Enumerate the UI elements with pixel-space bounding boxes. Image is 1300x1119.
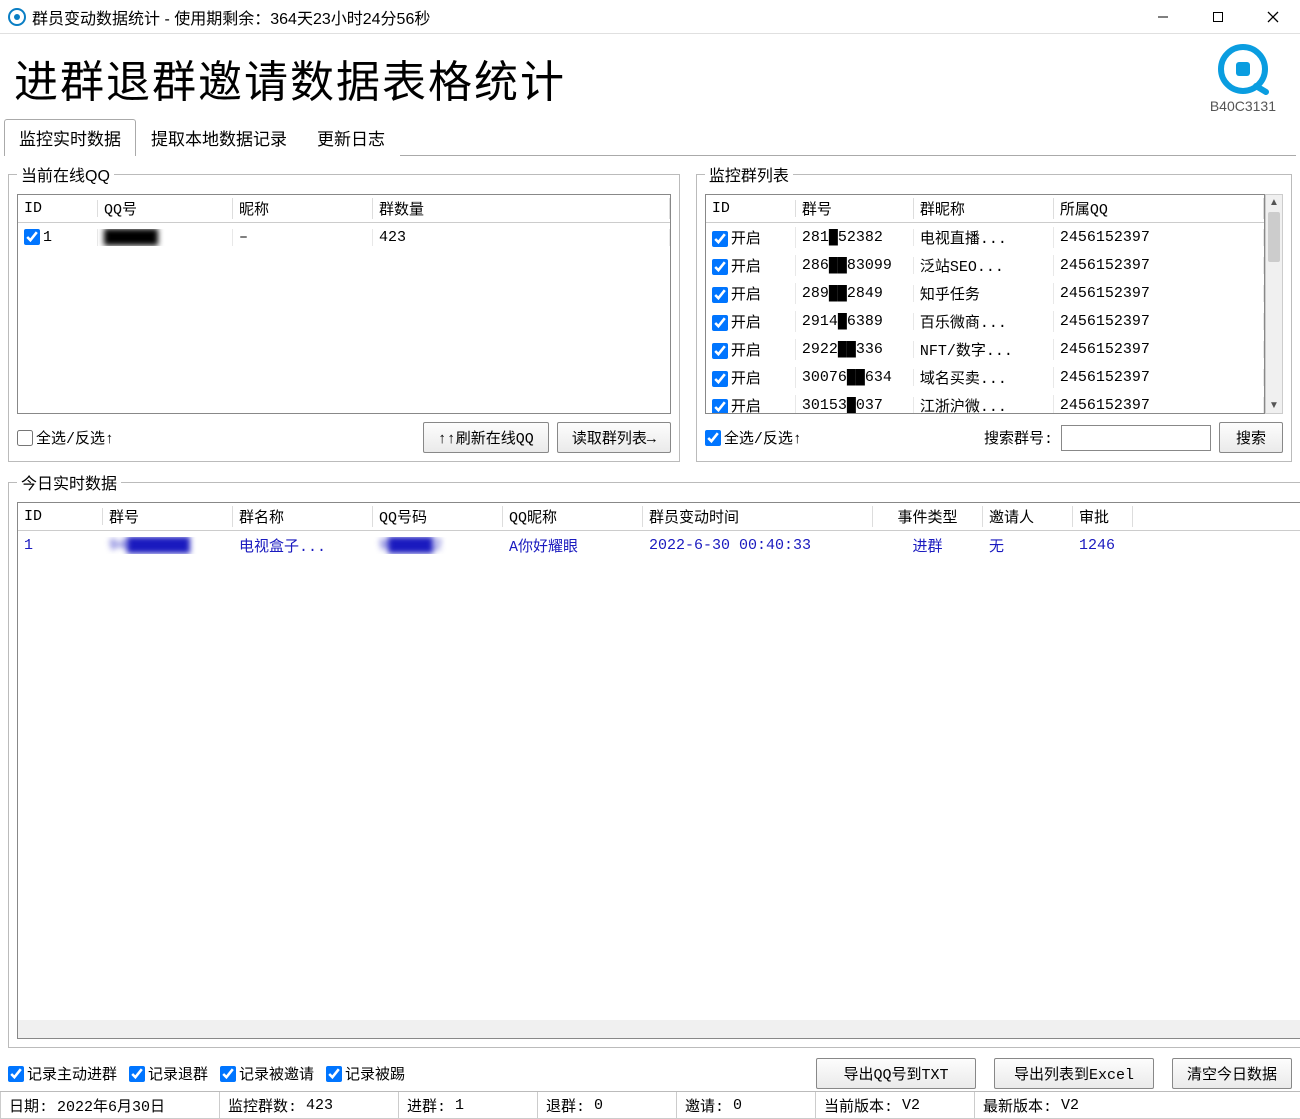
today-data-group: 今日实时数据 ID 群号 群名称 QQ号码 QQ昵称 群员变动时间 事件类型 邀… <box>8 470 1300 1048</box>
status-date: 日期: 2022年6月30日 <box>0 1092 220 1119</box>
search-group-label: 搜索群号: <box>984 427 1053 448</box>
list-row[interactable]: 1██████–423 <box>18 223 670 251</box>
header: 进群退群邀请数据表格统计 B40C3131 <box>0 34 1300 118</box>
select-all-online-qq[interactable]: 全选/反选↑ <box>17 427 114 448</box>
row-checkbox[interactable] <box>712 315 728 331</box>
window-maximize-button[interactable] <box>1190 0 1245 34</box>
tab-local-records[interactable]: 提取本地数据记录 <box>136 119 302 156</box>
list-row[interactable]: 开启289██2849知乎任务2456152397 <box>706 279 1264 307</box>
app-code: B40C3131 <box>1210 98 1276 114</box>
row-checkbox[interactable] <box>712 287 728 303</box>
logo-area: B40C3131 <box>1210 42 1276 114</box>
tab-changelog[interactable]: 更新日志 <box>302 119 400 156</box>
options-row: 记录主动进群 记录退群 记录被邀请 记录被踢 导出QQ号到TXT 导出列表到Ex… <box>0 1052 1300 1091</box>
list-row[interactable]: 194███████电视盒子...9█████2A你好耀眼2022-6-30 0… <box>18 531 1300 559</box>
col-header[interactable]: 群号 <box>103 506 233 527</box>
status-bar: 日期: 2022年6月30日 监控群数: 423 进群: 1 退群: 0 邀请:… <box>0 1091 1300 1119</box>
monitor-groups-legend: 监控群列表 <box>705 162 793 186</box>
search-group-input[interactable] <box>1061 425 1211 451</box>
export-txt-button[interactable]: 导出QQ号到TXT <box>816 1058 976 1089</box>
record-join-checkbox[interactable]: 记录主动进群 <box>8 1063 117 1084</box>
status-current-version: 当前版本: V2 <box>815 1092 975 1119</box>
col-header[interactable]: 群号 <box>796 198 914 219</box>
col-header[interactable]: ID <box>18 508 103 525</box>
col-header[interactable]: ID <box>18 200 98 217</box>
refresh-online-qq-button[interactable]: ↑↑刷新在线QQ <box>423 422 549 453</box>
record-invited-checkbox[interactable]: 记录被邀请 <box>220 1063 314 1084</box>
col-header[interactable]: 群数量 <box>373 198 670 219</box>
list-row[interactable]: 开启281█52382电视直播...2456152397 <box>706 223 1264 251</box>
list-row[interactable]: 开启286██83099泛站SEO...2456152397 <box>706 251 1264 279</box>
col-header[interactable]: 审批 <box>1073 506 1133 527</box>
col-header[interactable]: QQ昵称 <box>503 506 643 527</box>
today-data-hscroll[interactable] <box>18 1020 1300 1038</box>
today-data-legend: 今日实时数据 <box>17 470 121 494</box>
col-header[interactable]: 昵称 <box>233 198 373 219</box>
col-header[interactable]: 群昵称 <box>914 198 1054 219</box>
list-row[interactable]: 开启2914█6389百乐微商...2456152397 <box>706 307 1264 335</box>
status-invite-count: 邀请: 0 <box>676 1092 816 1119</box>
list-row[interactable]: 开启30153█037江浙沪微...2456152397 <box>706 391 1264 414</box>
col-header[interactable]: QQ号 <box>98 198 233 219</box>
list-row[interactable]: 开启30076██634域名买卖...2456152397 <box>706 363 1264 391</box>
row-checkbox[interactable] <box>712 231 728 247</box>
row-checkbox[interactable] <box>24 229 40 245</box>
select-all-monitor-groups[interactable]: 全选/反选↑ <box>705 427 802 448</box>
status-monitor-count: 监控群数: 423 <box>219 1092 399 1119</box>
search-group-button[interactable]: 搜索 <box>1219 422 1283 453</box>
status-leave-count: 退群: 0 <box>537 1092 677 1119</box>
col-header[interactable]: QQ号码 <box>373 506 503 527</box>
monitor-groups-list[interactable]: ID 群号 群昵称 所属QQ 开启281█52382电视直播...2456152… <box>705 194 1265 414</box>
record-kicked-checkbox[interactable]: 记录被踢 <box>326 1063 405 1084</box>
today-data-list[interactable]: ID 群号 群名称 QQ号码 QQ昵称 群员变动时间 事件类型 邀请人 审批 1… <box>17 502 1300 1039</box>
app-logo-icon <box>1216 42 1270 96</box>
col-header[interactable]: 群名称 <box>233 506 373 527</box>
page-title: 进群退群邀请数据表格统计 <box>14 46 566 110</box>
window-title: 群员变动数据统计 - 使用期剩余：364天23小时24分56秒 <box>32 5 430 29</box>
row-checkbox[interactable] <box>712 343 728 359</box>
clear-today-button[interactable]: 清空今日数据 <box>1172 1058 1292 1089</box>
col-header[interactable]: 事件类型 <box>873 506 983 527</box>
online-qq-list[interactable]: ID QQ号 昵称 群数量 1██████–423 <box>17 194 671 414</box>
list-row[interactable]: 开启2922██336NFT/数字...2456152397 <box>706 335 1264 363</box>
scroll-down-icon[interactable]: ▼ <box>1269 398 1279 413</box>
monitor-groups-group: 监控群列表 ID 群号 群昵称 所属QQ 开启281█52382电视直播...2… <box>696 162 1292 462</box>
tab-strip: 监控实时数据 提取本地数据记录 更新日志 <box>0 118 1300 155</box>
title-bar: 群员变动数据统计 - 使用期剩余：364天23小时24分56秒 <box>0 0 1300 34</box>
col-header[interactable]: 群员变动时间 <box>643 506 873 527</box>
row-checkbox[interactable] <box>712 399 728 414</box>
monitor-groups-scrollbar[interactable]: ▲ ▼ <box>1265 194 1283 414</box>
online-qq-group: 当前在线QQ ID QQ号 昵称 群数量 1██████–423 全选/反选↑ … <box>8 162 680 462</box>
app-icon <box>8 8 26 26</box>
row-checkbox[interactable] <box>712 371 728 387</box>
status-join-count: 进群: 1 <box>398 1092 538 1119</box>
tab-realtime[interactable]: 监控实时数据 <box>4 119 136 156</box>
col-header[interactable]: 所属QQ <box>1054 198 1264 219</box>
online-qq-legend: 当前在线QQ <box>17 162 114 186</box>
row-checkbox[interactable] <box>712 259 728 275</box>
scroll-up-icon[interactable]: ▲ <box>1269 195 1279 210</box>
col-header[interactable]: 邀请人 <box>983 506 1073 527</box>
col-header[interactable]: ID <box>706 200 796 217</box>
status-latest-version: 最新版本: V2 <box>974 1092 1300 1119</box>
window-close-button[interactable] <box>1245 0 1300 34</box>
read-group-list-button[interactable]: 读取群列表→ <box>557 422 671 453</box>
window-minimize-button[interactable] <box>1135 0 1190 34</box>
record-leave-checkbox[interactable]: 记录退群 <box>129 1063 208 1084</box>
export-excel-button[interactable]: 导出列表到Excel <box>994 1058 1154 1089</box>
